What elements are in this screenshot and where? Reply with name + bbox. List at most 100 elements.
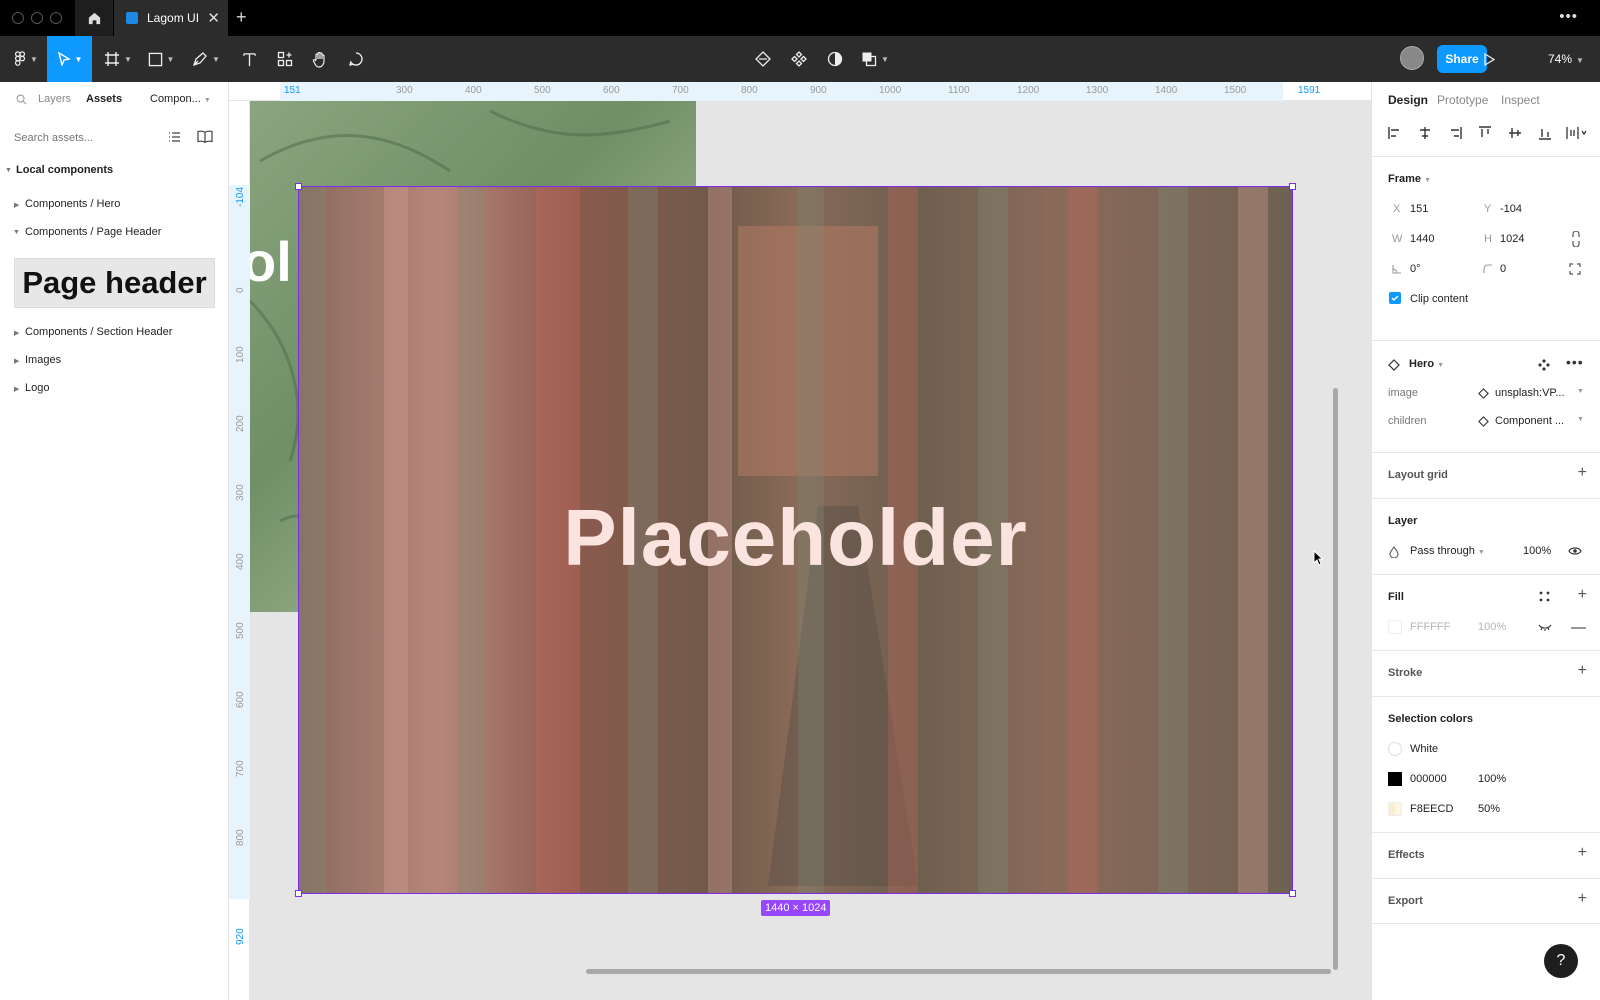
detach-button[interactable] xyxy=(748,36,778,82)
ruler-tick-label: 700 xyxy=(235,760,246,777)
align-middle-vertical-icon[interactable] xyxy=(1508,126,1522,140)
go-to-main-component-icon[interactable] xyxy=(1538,359,1550,371)
home-tab[interactable] xyxy=(75,0,113,36)
color-name-white[interactable]: White xyxy=(1410,743,1438,755)
library-dropdown[interactable]: Compon... ▼ xyxy=(150,93,211,105)
tab-assets[interactable]: Assets xyxy=(86,93,122,105)
eye-hidden-icon[interactable] xyxy=(1538,622,1552,632)
resize-handle-br[interactable] xyxy=(1289,890,1296,897)
add-stroke-icon[interactable]: + xyxy=(1578,662,1587,680)
remove-fill-icon[interactable]: — xyxy=(1571,619,1586,636)
tree-item-page-header[interactable]: ▼ Components / Page Header xyxy=(0,226,229,242)
help-button[interactable]: ? xyxy=(1544,944,1578,978)
eye-icon[interactable] xyxy=(1568,545,1582,557)
color-opacity-cream[interactable]: 50% xyxy=(1478,803,1500,815)
window-minimize-dot[interactable] xyxy=(31,12,43,24)
ruler-tick-label: 1000 xyxy=(879,85,902,96)
fill-color-swatch[interactable] xyxy=(1388,620,1402,634)
resize-handle-tl[interactable] xyxy=(295,183,302,190)
resize-handle-tr[interactable] xyxy=(1289,183,1296,190)
tab-inspect[interactable]: Inspect xyxy=(1501,93,1540,107)
hand-tool-button[interactable] xyxy=(305,36,335,82)
tree-item-hero[interactable]: ▶ Components / Hero xyxy=(0,198,229,214)
text-tool-button[interactable] xyxy=(234,36,264,82)
instance-name-dropdown[interactable]: Hero ▼ xyxy=(1409,358,1444,370)
tab-design[interactable]: Design xyxy=(1388,93,1428,107)
height-input[interactable]: 1024 xyxy=(1500,233,1524,245)
mask-button[interactable] xyxy=(820,36,850,82)
add-effect-icon[interactable]: + xyxy=(1578,844,1587,862)
constrain-proportions-icon[interactable] xyxy=(1572,231,1580,247)
resize-handle-bl[interactable] xyxy=(295,890,302,897)
present-button[interactable] xyxy=(1474,36,1504,82)
color-hex-cream[interactable]: F8EECD xyxy=(1410,803,1453,815)
x-input[interactable]: 151 xyxy=(1410,203,1428,215)
chevron-down-icon[interactable]: ▼ xyxy=(1577,416,1584,423)
canvas[interactable]: ol Placeholder 1440 × 1024 151 300 400 5… xyxy=(229,82,1371,1000)
layout-grid-section: Layout grid + xyxy=(1372,452,1600,498)
zoom-dropdown[interactable]: 74% ▼ xyxy=(1548,52,1584,66)
add-layout-grid-icon[interactable]: + xyxy=(1578,464,1587,482)
property-value-image[interactable]: unsplash:VP... xyxy=(1495,387,1565,399)
more-options-icon[interactable]: ••• xyxy=(1566,354,1584,370)
align-top-icon[interactable] xyxy=(1478,126,1492,140)
boolean-button[interactable]: ▼ xyxy=(855,36,895,82)
align-right-icon[interactable] xyxy=(1448,126,1462,140)
ruler-tick-label: 0 xyxy=(235,287,246,293)
chevron-down-icon[interactable]: ▼ xyxy=(1577,388,1584,395)
tree-item-section-header[interactable]: ▶ Components / Section Header xyxy=(0,326,229,342)
main-menu-button[interactable]: ▼ xyxy=(6,36,46,82)
window-close-dot[interactable] xyxy=(12,12,24,24)
y-input[interactable]: -104 xyxy=(1500,203,1522,215)
frame-tool-button[interactable]: ▼ xyxy=(98,36,138,82)
document-tab[interactable]: Lagom UI ✕ xyxy=(114,0,228,36)
layer-opacity-input[interactable]: 100% xyxy=(1523,545,1551,557)
width-input[interactable]: 1440 xyxy=(1410,233,1434,245)
fill-opacity-input[interactable]: 100% xyxy=(1478,621,1506,633)
move-tool-button[interactable]: ▼ xyxy=(47,36,92,82)
library-book-icon[interactable] xyxy=(197,130,213,143)
caret-down-icon: ▼ xyxy=(13,229,20,236)
horizontal-scrollbar[interactable] xyxy=(586,969,1331,974)
align-bottom-icon[interactable] xyxy=(1538,126,1552,140)
vertical-scrollbar[interactable] xyxy=(1333,388,1338,970)
fill-hex-input[interactable]: FFFFFF xyxy=(1410,621,1450,633)
resources-tool-button[interactable] xyxy=(270,36,300,82)
component-button[interactable] xyxy=(784,36,814,82)
close-tab-icon[interactable]: ✕ xyxy=(207,9,220,27)
styles-grid-icon[interactable] xyxy=(1539,591,1550,602)
new-tab-button[interactable]: + xyxy=(236,7,247,28)
color-swatch-black[interactable] xyxy=(1388,772,1402,786)
add-fill-icon[interactable]: + xyxy=(1578,586,1587,604)
list-view-icon[interactable] xyxy=(168,131,181,143)
color-opacity-black[interactable]: 100% xyxy=(1478,773,1506,785)
clip-content-checkbox[interactable] xyxy=(1389,292,1401,304)
corner-radius-input[interactable]: 0 xyxy=(1500,263,1506,275)
independent-corners-icon[interactable] xyxy=(1569,263,1581,275)
shape-tool-button[interactable]: ▼ xyxy=(141,36,181,82)
align-left-icon[interactable] xyxy=(1388,126,1402,140)
align-center-horizontal-icon[interactable] xyxy=(1418,126,1432,140)
property-value-children[interactable]: Component ... xyxy=(1495,415,1564,427)
local-components-header[interactable]: ▼ Local components xyxy=(0,164,229,180)
tree-item-images[interactable]: ▶ Images xyxy=(0,354,229,370)
color-hex-black[interactable]: 000000 xyxy=(1410,773,1447,785)
distribute-icon[interactable] xyxy=(1566,126,1588,140)
color-swatch-cream[interactable] xyxy=(1388,802,1402,816)
tab-prototype[interactable]: Prototype xyxy=(1437,93,1488,107)
color-swatch-white[interactable] xyxy=(1388,742,1402,756)
comment-tool-button[interactable] xyxy=(341,36,371,82)
blend-mode-dropdown[interactable]: Pass through ▼ xyxy=(1410,545,1485,557)
page-header-component-thumbnail[interactable]: Page header xyxy=(14,258,215,308)
search-input[interactable] xyxy=(14,128,154,148)
window-maximize-dot[interactable] xyxy=(50,12,62,24)
add-export-icon[interactable]: + xyxy=(1578,890,1587,908)
more-icon[interactable]: ••• xyxy=(1559,8,1578,25)
rotation-input[interactable]: 0° xyxy=(1410,263,1421,275)
tab-layers[interactable]: Layers xyxy=(38,93,71,105)
avatar[interactable] xyxy=(1400,46,1424,70)
frame-title[interactable]: Frame ▼ xyxy=(1388,173,1431,185)
pen-tool-button[interactable]: ▼ xyxy=(186,36,226,82)
tree-item-logo[interactable]: ▶ Logo xyxy=(0,382,229,398)
ruler-tick-label: 920 xyxy=(235,928,246,945)
